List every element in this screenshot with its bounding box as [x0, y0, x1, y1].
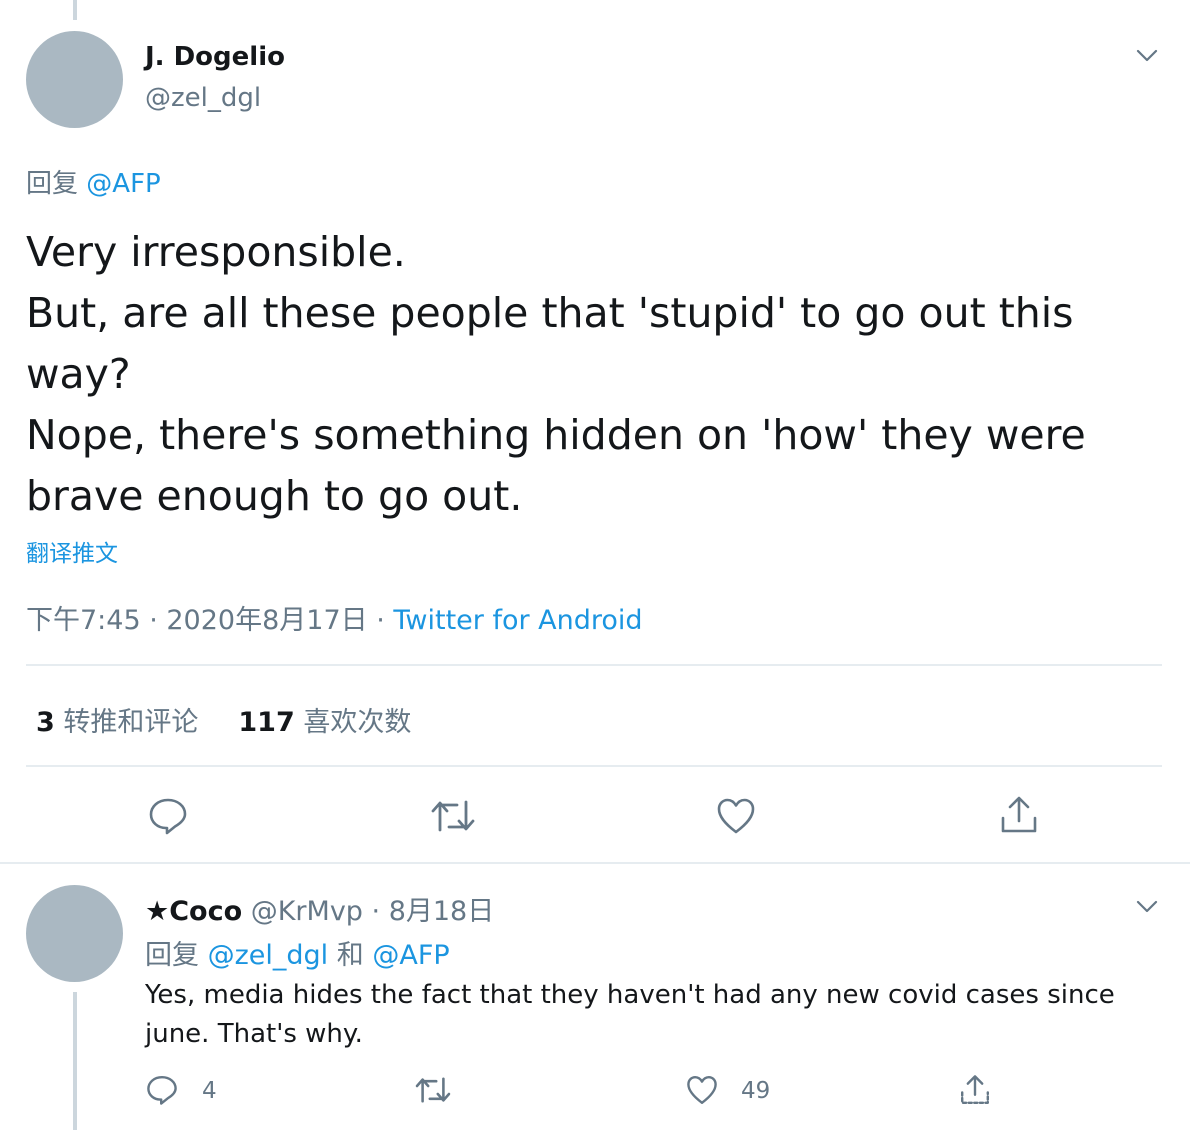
- reply-display-name[interactable]: ★Coco: [145, 896, 242, 927]
- thread-line-bottom: [73, 992, 77, 1130]
- reply-context: 回复 @zel_dgl 和 @AFP: [145, 933, 450, 972]
- tweet-stats: 3 转推和评论 117 喜欢次数: [36, 700, 411, 739]
- retweet-icon[interactable]: [431, 796, 475, 836]
- retweet-icon[interactable]: [415, 1074, 451, 1106]
- meta-separator: ·: [367, 605, 394, 636]
- reply-header-separator: ·: [362, 896, 389, 927]
- reply-author-avatar[interactable]: [26, 885, 123, 982]
- divider: [26, 765, 1162, 767]
- divider: [0, 862, 1190, 864]
- author-handle[interactable]: @zel_dgl: [145, 83, 261, 113]
- reply-context: 回复 @AFP: [26, 163, 161, 200]
- author-display-name[interactable]: J. Dogelio: [145, 42, 285, 72]
- like-icon[interactable]: [686, 1074, 718, 1106]
- author-avatar[interactable]: [26, 31, 123, 128]
- tweet-text: Very irresponsible. But, are all these p…: [26, 228, 1086, 520]
- reply-handle[interactable]: @KrMvp: [251, 896, 363, 927]
- reply-prefix: 回复: [145, 940, 199, 971]
- tweet-detail-page: J. Dogelio @zel_dgl 回复 @AFP Very irrespo…: [0, 0, 1190, 1136]
- chevron-down-icon[interactable]: [1134, 42, 1160, 68]
- translate-tweet-link[interactable]: 翻译推文: [26, 534, 118, 568]
- likes-stat[interactable]: 117 喜欢次数: [238, 707, 411, 738]
- tweet-meta: 下午7:45 · 2020年8月17日 · Twitter for Androi…: [26, 598, 643, 637]
- reply-count: 4: [202, 1078, 217, 1104]
- reply-icon[interactable]: [146, 1074, 178, 1106]
- retweets-count: 3: [36, 707, 55, 738]
- reply-date[interactable]: 8月18日: [389, 896, 495, 927]
- chevron-down-icon[interactable]: [1134, 893, 1160, 919]
- reply-header: ★Coco @KrMvp · 8月18日: [145, 889, 494, 928]
- retweets-stat[interactable]: 3 转推和评论: [36, 707, 198, 738]
- thread-line-top: [73, 0, 77, 20]
- like-icon[interactable]: [716, 796, 756, 836]
- likes-count: 117: [238, 707, 295, 738]
- reply-joiner: 和: [336, 940, 364, 971]
- timestamp[interactable]: 下午7:45 · 2020年8月17日: [26, 605, 368, 636]
- reply-icon[interactable]: [148, 796, 188, 836]
- reply-target-link[interactable]: @AFP: [86, 169, 160, 199]
- reply-prefix: 回复: [26, 169, 79, 199]
- source-link[interactable]: Twitter for Android: [393, 605, 642, 636]
- retweets-label: 转推和评论: [63, 707, 199, 738]
- divider: [26, 664, 1162, 666]
- reply-target-link[interactable]: @AFP: [372, 940, 449, 971]
- likes-label: 喜欢次数: [303, 707, 412, 738]
- like-count: 49: [741, 1078, 771, 1104]
- reply-target-link[interactable]: @zel_dgl: [208, 940, 329, 971]
- share-icon[interactable]: [999, 795, 1039, 835]
- share-icon[interactable]: [959, 1073, 991, 1107]
- reply-text: Yes, media hides the fact that they have…: [145, 980, 1115, 1049]
